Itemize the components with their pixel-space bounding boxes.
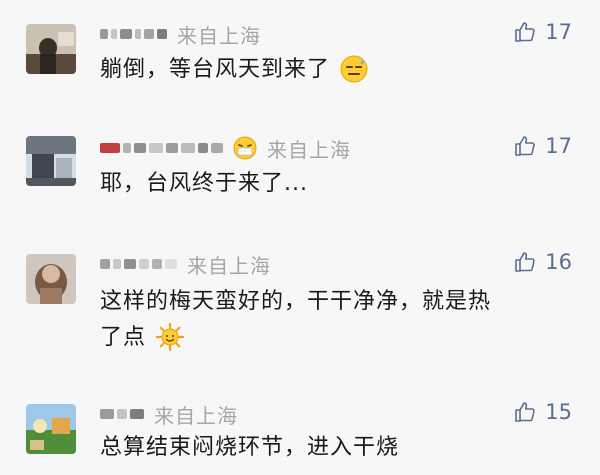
username-blurred[interactable] <box>100 29 167 39</box>
avatar[interactable] <box>26 136 76 186</box>
thumbs-up-icon <box>515 402 536 422</box>
comment-text-line: 这样的梅天蛮好的，干干净净，就是热 <box>100 289 492 314</box>
like-button[interactable]: 17 <box>513 134 572 158</box>
sweat-smile-emoji <box>340 55 368 83</box>
sun-emoji <box>156 323 185 351</box>
username-blurred[interactable] <box>100 259 177 269</box>
location-label: 来自上海 <box>177 23 261 48</box>
like-count: 17 <box>545 134 572 158</box>
thumbs-up-icon <box>515 136 536 156</box>
like-count: 17 <box>545 20 572 44</box>
comment-text-line: 了点 <box>100 320 570 356</box>
thumbs-up-icon <box>515 22 536 42</box>
location-label: 来自上海 <box>154 403 238 428</box>
username-blurred[interactable] <box>100 143 223 153</box>
like-button[interactable]: 17 <box>513 20 572 44</box>
comment-text: 这样的梅天蛮好的，干干净净，就是热 了点 <box>100 284 570 356</box>
location-label: 来自上海 <box>187 253 271 278</box>
comment-text: 耶，台风终于来了... <box>100 171 308 196</box>
like-button[interactable]: 15 <box>513 400 572 424</box>
like-count: 16 <box>545 250 572 274</box>
location-label: 来自上海 <box>267 137 351 162</box>
thumbs-up-icon <box>515 252 536 272</box>
username-blurred[interactable] <box>100 409 144 419</box>
avatar[interactable] <box>26 254 76 304</box>
mask-face-emoji <box>233 136 267 160</box>
like-count: 15 <box>545 400 572 424</box>
comment-text: 总算结束闷烧环节，进入干烧 <box>100 435 400 460</box>
avatar[interactable] <box>26 24 76 74</box>
like-button[interactable]: 16 <box>513 250 572 274</box>
avatar[interactable] <box>26 404 76 454</box>
comment-text: 躺倒，等台风天到来了 <box>100 52 570 88</box>
